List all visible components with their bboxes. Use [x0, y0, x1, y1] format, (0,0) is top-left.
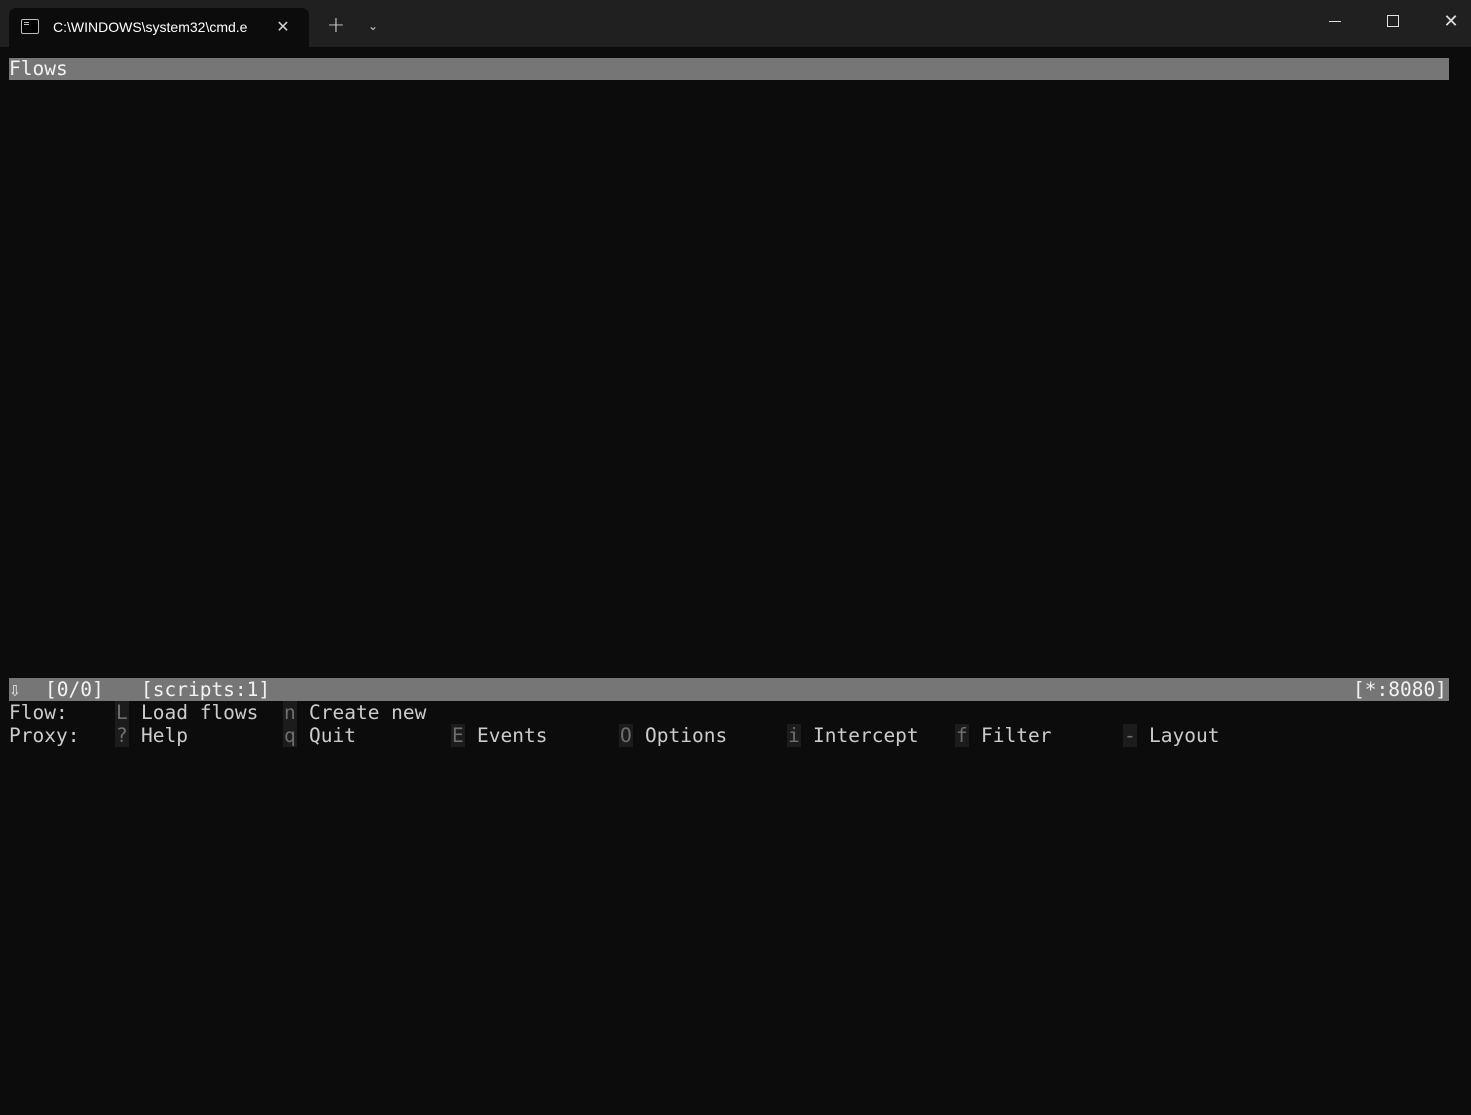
quit-command[interactable]: Quit — [309, 724, 356, 747]
intercept-command[interactable]: Intercept — [813, 724, 919, 747]
keybind-key: L — [115, 701, 129, 724]
cmd-icon — [21, 19, 39, 34]
chevron-down-icon[interactable]: ⌄ — [362, 14, 384, 38]
keybind-key: i — [787, 724, 801, 747]
keybind-key: f — [955, 724, 969, 747]
flow-row-label: Flow: — [9, 701, 68, 724]
filter-command[interactable]: Filter — [981, 724, 1051, 747]
help-command[interactable]: Help — [141, 724, 188, 747]
status-bar: ⇩ [0/0] [scripts:1] [*:8080] — [9, 678, 1449, 701]
flows-header: Flows — [9, 58, 1449, 80]
events-command[interactable]: Events — [477, 724, 547, 747]
layout-command[interactable]: Layout — [1149, 724, 1219, 747]
flow-keybind-row: Flow: L Load flows n Create new — [9, 701, 1449, 724]
proxy-row-label: Proxy: — [9, 724, 80, 747]
keybind-key: n — [283, 701, 297, 724]
title-bar: C:\WINDOWS\system32\cmd.e ✕ + ⌄ ✕ — [0, 0, 1471, 47]
close-window-icon[interactable]: ✕ — [1422, 0, 1471, 43]
load-flows-command[interactable]: Load flows — [141, 701, 258, 724]
keybind-key: q — [283, 724, 297, 747]
proxy-keybind-row: Proxy: ? Help q Quit E Events O Options … — [9, 724, 1449, 747]
plus-icon[interactable]: + — [324, 14, 348, 38]
close-icon[interactable]: ✕ — [273, 17, 293, 37]
keybind-key: O — [619, 724, 633, 747]
keybind-key: E — [451, 724, 465, 747]
create-new-command[interactable]: Create new — [309, 701, 426, 724]
download-arrow-icon: ⇩ — [9, 678, 21, 701]
flow-count: [0/0] — [45, 678, 104, 701]
minimize-icon[interactable] — [1306, 0, 1364, 43]
keybind-key: - — [1123, 724, 1137, 747]
tab-title: C:\WINDOWS\system32\cmd.e — [53, 19, 248, 35]
listen-address: [*:8080] — [1353, 678, 1447, 701]
terminal-tab[interactable]: C:\WINDOWS\system32\cmd.e ✕ — [9, 8, 309, 47]
flows-title: Flows — [9, 57, 68, 80]
terminal-area[interactable]: Flows ⇩ [0/0] [scripts:1] [*:8080] Flow:… — [0, 47, 1471, 756]
scripts-status: [scripts:1] — [141, 678, 271, 701]
maximize-icon[interactable] — [1364, 0, 1422, 43]
options-command[interactable]: Options — [645, 724, 727, 747]
keybind-key: ? — [115, 724, 129, 747]
